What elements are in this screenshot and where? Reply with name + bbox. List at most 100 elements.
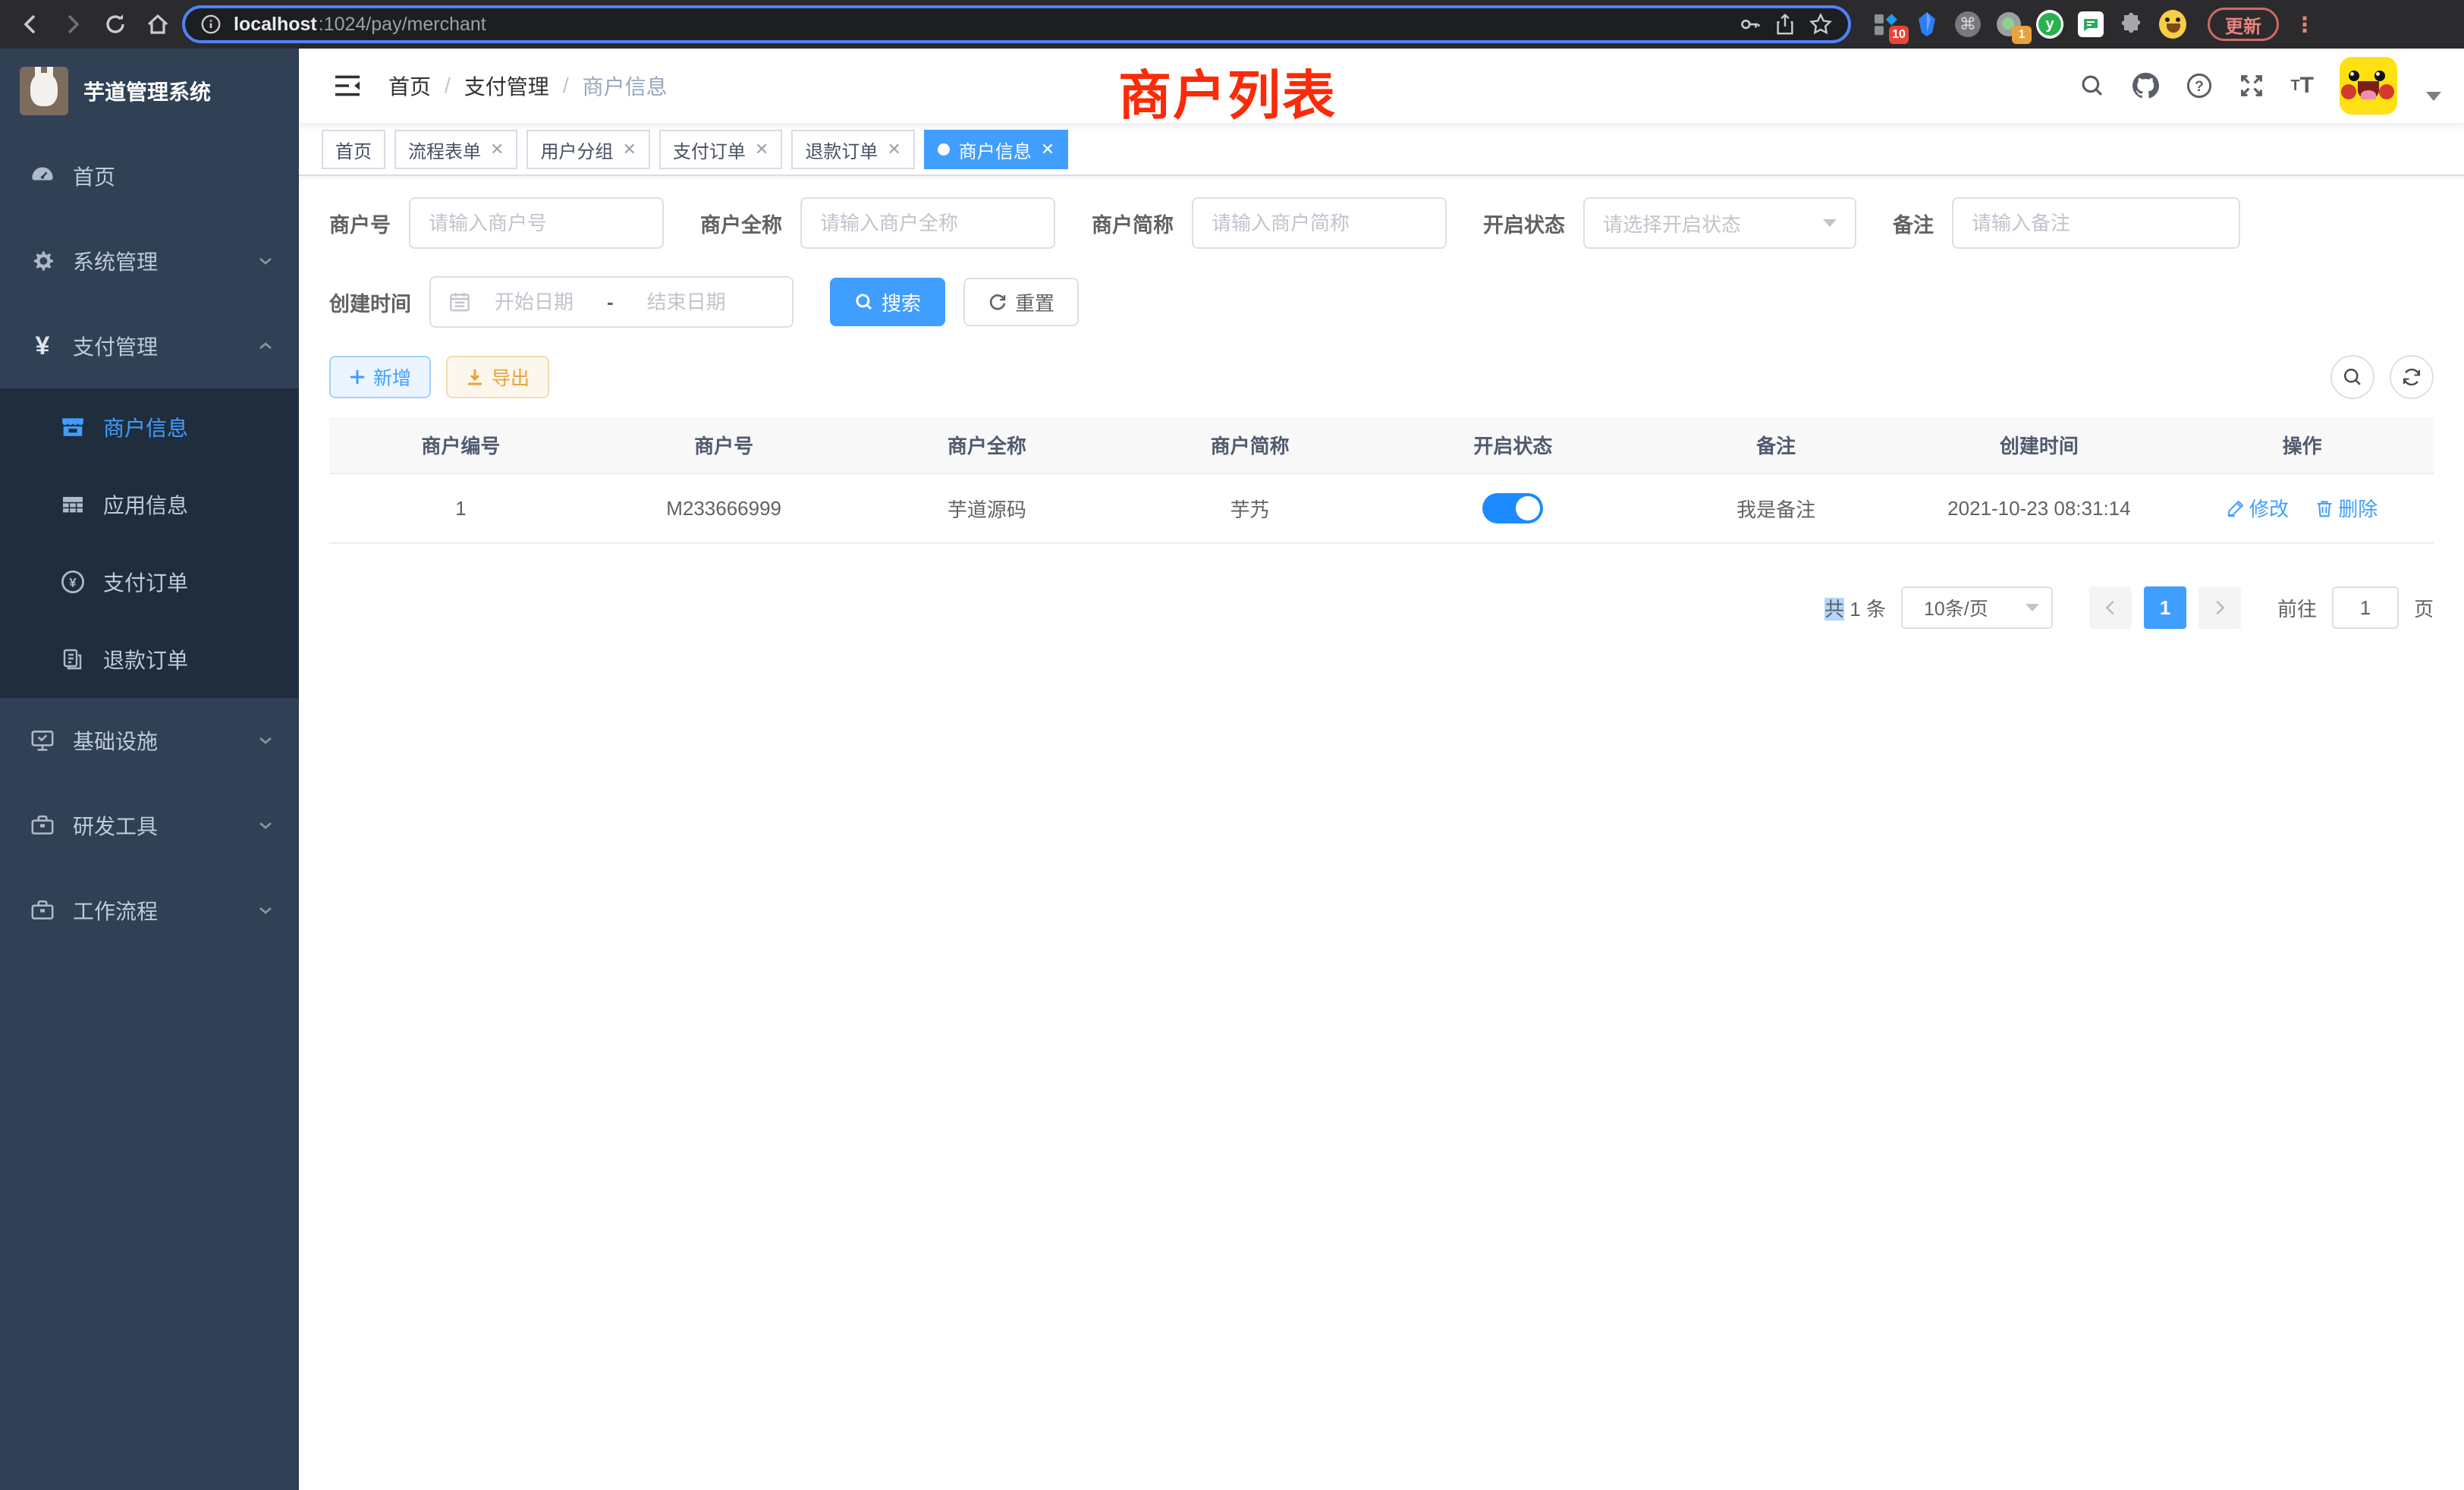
sidebar: 芋道管理系统 首页 系统管理 ¥ 支付管理 [0,49,299,1490]
sidebar-item-label: 应用信息 [103,489,275,520]
delete-button[interactable]: 删除 [2315,494,2378,522]
yen-circle-icon: ¥ [59,569,86,595]
start-date-input[interactable] [479,291,589,314]
user-avatar[interactable] [2340,57,2397,115]
app-title: 芋道管理系统 [83,76,211,106]
password-key-icon[interactable] [1739,13,1762,36]
search-icon[interactable] [2079,73,2105,99]
sidebar-item-workflow[interactable]: 工作流程 [0,868,299,953]
sidebar-item-merchant-info[interactable]: 商户信息 [0,388,299,466]
back-icon[interactable] [12,6,49,42]
add-button[interactable]: 新增 [329,356,431,398]
tab-home[interactable]: 首页 [322,130,385,169]
page-info-icon[interactable] [200,14,222,35]
font-size-icon[interactable]: TT [2290,73,2314,99]
next-page-button[interactable] [2198,586,2241,629]
goto-label: 前往 [2277,594,2317,622]
url-path: :1024/pay/merchant [319,14,486,36]
extension-command-icon[interactable]: ⌘ [1954,11,1982,38]
tab-refund-order[interactable]: 退款订单✕ [791,130,914,169]
page-number-button[interactable]: 1 [2144,586,2186,629]
sidebar-submenu-pay: 商户信息 应用信息 ¥ 支付订单 [0,388,299,698]
breadcrumb-current: 商户信息 [583,71,668,101]
tab-process-form[interactable]: 流程表单✕ [394,130,517,169]
bookmark-star-icon[interactable] [1809,12,1833,36]
app-logo[interactable]: 芋道管理系统 [0,49,299,134]
chevron-down-icon [256,901,275,919]
browser-menu-icon[interactable]: ⋮ [2294,12,2315,37]
sidebar-item-refund-order[interactable]: 退款订单 [0,621,299,698]
close-icon[interactable]: ✕ [755,140,768,159]
extensions-puzzle-icon[interactable] [2118,11,2145,38]
avatar-caret-icon[interactable] [2426,92,2441,101]
toolbox-icon [29,897,56,923]
filter-label: 商户全称 [700,209,782,238]
breadcrumb-home[interactable]: 首页 [388,71,431,101]
refresh-icon[interactable] [2390,355,2434,399]
red-annotation-title: 商户列表 [1118,53,1337,130]
store-icon [59,414,86,440]
merchant-no-input[interactable] [429,212,644,235]
cell-full-name: 芋道源码 [856,473,1119,543]
extension-chat-icon[interactable] [2077,11,2104,38]
share-icon[interactable] [1774,13,1796,36]
merchant-short-name-input[interactable] [1212,212,1427,235]
search-button[interactable]: 搜索 [830,278,945,326]
edit-button[interactable]: 修改 [2227,494,2289,522]
sidebar-item-infra[interactable]: 基础设施 [0,698,299,783]
toggle-search-icon[interactable] [2330,355,2374,399]
sidebar-item-dev-tools[interactable]: 研发工具 [0,783,299,868]
close-icon[interactable]: ✕ [622,140,636,159]
close-icon[interactable]: ✕ [1041,140,1054,159]
status-select[interactable]: 请选择开启状态 [1583,197,1856,249]
col-short-name: 商户简称 [1118,417,1381,473]
goto-suffix: 页 [2414,594,2434,622]
reset-button[interactable]: 重置 [963,278,1079,326]
help-icon[interactable]: ? [2186,72,2213,99]
svg-text:?: ? [2195,79,2205,95]
extension-gem-icon[interactable] [1913,11,1941,38]
tab-pay-order[interactable]: 支付订单✕ [659,130,782,169]
extension-emoji-icon[interactable] [2159,11,2186,38]
active-dot [938,143,950,156]
dashboard-icon [29,163,56,189]
create-time-range[interactable]: - [429,276,794,328]
sidebar-item-app-info[interactable]: 应用信息 [0,466,299,543]
github-icon[interactable] [2131,71,2160,100]
sidebar-item-pay[interactable]: ¥ 支付管理 [0,303,299,388]
tab-user-group[interactable]: 用户分组✕ [526,130,649,169]
sidebar-item-system[interactable]: 系统管理 [0,218,299,303]
browser-update-button[interactable]: 更新 [2208,8,2279,41]
monitor-check-icon [29,728,56,753]
gear-icon [29,249,56,273]
breadcrumb-pay[interactable]: 支付管理 [464,71,549,101]
chevron-down-icon [2026,604,2039,611]
prev-page-button[interactable] [2089,586,2132,629]
status-toggle[interactable] [1482,493,1543,523]
page-content: 商户号 商户全称 商户简称 开启状态 请选择开启状态 [299,176,2464,1490]
extension-tabs-icon[interactable]: 10 [1872,11,1900,38]
filter-label: 开启状态 [1483,209,1565,238]
forward-icon[interactable] [55,6,91,42]
sidebar-fold-icon[interactable] [322,60,373,112]
extension-proxy-icon[interactable]: 1 [1995,11,2022,38]
sidebar-item-label: 首页 [73,161,275,191]
tab-merchant-info[interactable]: 商户信息✕ [924,130,1068,169]
url-host: localhost [234,14,317,36]
close-icon[interactable]: ✕ [490,140,504,159]
sidebar-item-pay-order[interactable]: ¥ 支付订单 [0,543,299,621]
page-size-select[interactable]: 10条/页 [1901,586,2053,629]
reload-icon[interactable] [97,6,134,42]
goto-page-input[interactable] [2332,586,2399,629]
export-button[interactable]: 导出 [446,356,549,398]
home-icon[interactable] [140,6,176,42]
close-icon[interactable]: ✕ [887,140,900,159]
svg-text:¥: ¥ [69,575,77,589]
fullscreen-icon[interactable] [2239,73,2264,99]
merchant-full-name-input[interactable] [820,212,1036,235]
sidebar-item-home[interactable]: 首页 [0,134,299,218]
remark-input[interactable] [1972,212,2220,235]
end-date-input[interactable] [632,291,741,314]
extension-y-icon[interactable]: y [2036,11,2063,38]
address-bar[interactable]: localhost:1024/pay/merchant [182,5,1851,43]
